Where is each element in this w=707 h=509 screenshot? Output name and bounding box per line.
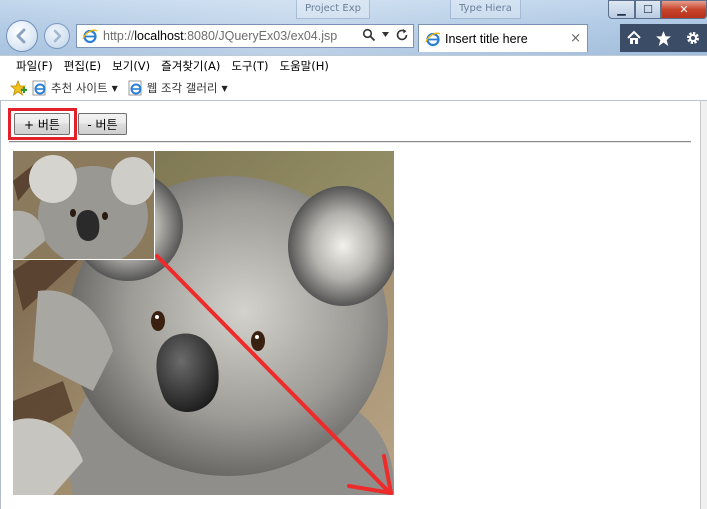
favorites-web-slice-gallery[interactable]: 웹 조각 갤러리 ▼ [128, 80, 228, 96]
annotation-highlight-box [8, 108, 77, 140]
dropdown-caret-icon: ▼ [111, 83, 118, 93]
url-path: :8080/JQueryEx03/ex04.jsp [183, 29, 338, 43]
background-tab: Project Exp [296, 0, 370, 19]
maximize-button[interactable]: ☐ [635, 0, 661, 19]
dropdown-caret-icon: ▼ [221, 83, 228, 93]
minimize-button[interactable]: ▁ [608, 0, 635, 19]
menu-file[interactable]: 파일(F) [16, 58, 53, 74]
search-icon[interactable] [362, 28, 376, 42]
ie-page-icon [32, 80, 46, 96]
forward-button[interactable] [44, 23, 70, 49]
horizontal-rule [9, 141, 691, 143]
arrow-right-icon [53, 29, 62, 43]
url-text[interactable]: http://localhost:8080/JQueryEx03/ex04.js… [103, 29, 343, 43]
background-tab: Type Hiera [450, 0, 521, 19]
menu-edit[interactable]: 편집(E) [64, 58, 101, 74]
dropdown-caret-icon[interactable] [382, 32, 389, 38]
add-favorites-star-icon[interactable] [10, 80, 28, 96]
close-tab-icon[interactable]: × [570, 31, 581, 46]
favorites-suggested-sites[interactable]: 추천 사이트 ▼ [32, 80, 118, 96]
menu-favorites[interactable]: 즐겨찾기(A) [161, 58, 220, 74]
window-right-edge [700, 101, 707, 509]
window-controls: ▁ ☐ ✕ [608, 0, 707, 19]
url-scheme: http:// [103, 29, 135, 43]
menu-tools[interactable]: 도구(T) [231, 58, 268, 74]
favorites-star-icon[interactable] [655, 30, 672, 47]
tab-title: Insert title here [445, 31, 528, 46]
favorites-item-label: 웹 조각 갤러리 [146, 81, 218, 95]
tab-insert-title[interactable]: Insert title here × [418, 24, 588, 52]
refresh-icon[interactable] [395, 28, 409, 42]
menu-view[interactable]: 보기(V) [112, 58, 150, 74]
favorites-item-label: 추천 사이트 [51, 81, 108, 95]
url-host: localhost [134, 29, 184, 43]
minus-button[interactable]: - 버튼 [78, 113, 127, 135]
koala-image-original [13, 151, 155, 260]
arrow-left-icon [16, 28, 26, 44]
favorites-bar: 추천 사이트 ▼ 웹 조각 갤러리 ▼ [0, 76, 707, 101]
menu-help[interactable]: 도움말(H) [280, 58, 329, 74]
menu-bar: 파일(F) 편집(E) 보기(V) 즐겨찾기(A) 도구(T) 도움말(H) [0, 55, 707, 76]
home-icon[interactable] [626, 30, 642, 46]
tools-gear-icon[interactable] [685, 30, 701, 46]
ie-page-icon [82, 29, 98, 44]
close-window-button[interactable]: ✕ [661, 0, 707, 19]
koala-photo-thumbnail [13, 151, 154, 259]
ie-page-icon [425, 32, 441, 46]
address-bar[interactable]: http://localhost:8080/JQueryEx03/ex04.js… [76, 24, 414, 48]
command-toolbar [620, 24, 707, 52]
ie-page-icon [128, 80, 142, 96]
back-button[interactable] [6, 20, 38, 52]
browser-chrome: Project Exp Type Hiera http://localhost:… [0, 0, 707, 55]
